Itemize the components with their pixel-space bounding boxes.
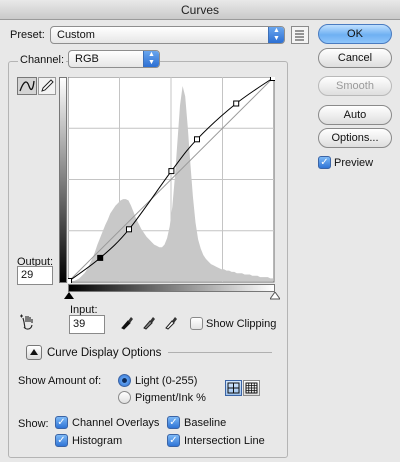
curve-point[interactable]	[194, 136, 200, 143]
simple-grid-icon[interactable]	[225, 380, 242, 396]
pigment-radio-label: Pigment/Ink %	[135, 392, 206, 404]
preset-label: Preset:	[10, 29, 45, 41]
collapse-triangle-icon[interactable]	[26, 345, 42, 360]
channel-overlays-checkbox[interactable]: ✓	[55, 416, 68, 429]
histogram-checkbox[interactable]: ✓	[55, 434, 68, 447]
ok-button[interactable]: OK	[318, 24, 392, 44]
output-gradient-bar	[59, 77, 67, 283]
pencil-icon[interactable]	[38, 77, 56, 95]
light-radio[interactable]	[118, 374, 131, 387]
show-amount-label: Show Amount of:	[18, 375, 102, 387]
pigment-radio[interactable]	[118, 391, 131, 404]
gray-eyedropper-icon[interactable]	[142, 314, 156, 330]
curve-display-options-label: Curve Display Options	[47, 347, 162, 359]
intersection-line-checkbox[interactable]: ✓	[167, 434, 180, 447]
hand-adjust-icon[interactable]	[18, 313, 38, 331]
preset-value: Custom	[57, 29, 95, 41]
curve-point[interactable]	[97, 254, 104, 261]
white-eyedropper-icon[interactable]	[164, 314, 178, 330]
curve-tool-icon[interactable]	[17, 77, 37, 95]
preview-label: Preview	[334, 157, 374, 169]
options-button[interactable]: Options...	[318, 128, 392, 148]
baseline-checkbox[interactable]: ✓	[167, 416, 180, 429]
curve-point[interactable]	[233, 100, 240, 107]
preview-checkbox[interactable]: ✓	[318, 156, 331, 169]
light-radio-label: Light (0-255)	[135, 375, 198, 387]
preset-options-icon[interactable]	[291, 26, 309, 44]
channel-label: Channel:	[18, 54, 67, 66]
smooth-button[interactable]: Smooth	[318, 76, 392, 96]
preset-select[interactable]: Custom ▲ ▼	[50, 26, 285, 44]
show-clipping-checkbox[interactable]: ✓	[190, 317, 203, 330]
intersection-line-label: Intersection Line	[184, 435, 265, 447]
show-label: Show:	[18, 418, 49, 430]
section-divider	[168, 352, 272, 353]
black-eyedropper-icon[interactable]	[120, 314, 134, 330]
cancel-button[interactable]: Cancel	[318, 48, 392, 68]
updown-arrows-icon: ▲ ▼	[268, 27, 284, 43]
auto-button[interactable]: Auto	[318, 105, 392, 125]
curve-point[interactable]	[270, 77, 276, 81]
input-field[interactable]: 39	[69, 315, 105, 334]
black-point-slider[interactable]	[64, 292, 74, 300]
input-gradient-bar	[68, 284, 275, 292]
curve-point[interactable]	[168, 168, 175, 175]
curve-point[interactable]	[126, 226, 132, 233]
curves-graph[interactable]	[68, 77, 275, 283]
show-clipping-label: Show Clipping	[206, 318, 277, 330]
channel-value: RGB	[75, 53, 99, 65]
detailed-grid-icon[interactable]	[243, 380, 260, 396]
window-title: Curves	[0, 0, 400, 20]
curve-point[interactable]	[68, 278, 72, 284]
channel-overlays-label: Channel Overlays	[72, 417, 160, 429]
output-field[interactable]: 29	[17, 266, 53, 285]
white-point-slider[interactable]	[270, 292, 280, 300]
updown-arrows-icon: ▲ ▼	[143, 51, 159, 67]
baseline-label: Baseline	[184, 417, 227, 429]
histogram-label: Histogram	[72, 435, 123, 447]
channel-select[interactable]: RGB ▲ ▼	[68, 50, 160, 68]
